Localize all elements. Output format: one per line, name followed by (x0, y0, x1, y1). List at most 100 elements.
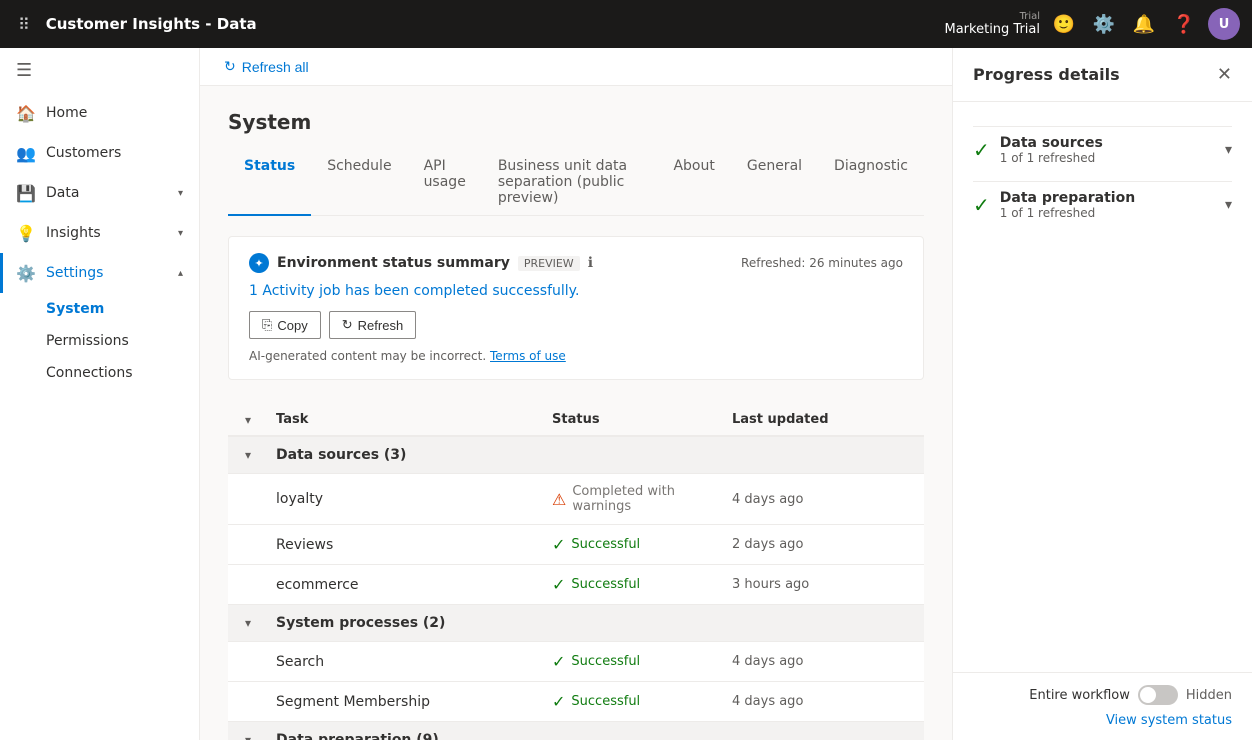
sidebar-item-permissions[interactable]: Permissions (0, 325, 199, 357)
section-chevron-icon[interactable]: ▾ (228, 448, 268, 462)
task-name: Segment Membership (268, 694, 544, 710)
task-name: ecommerce (268, 577, 544, 593)
env-actions: ⎘ Copy ↻ Refresh (249, 311, 903, 339)
preview-badge: PREVIEW (518, 256, 580, 271)
tab-about[interactable]: About (657, 150, 730, 216)
sidebar-item-system[interactable]: System (0, 293, 199, 325)
terms-of-use-link[interactable]: Terms of use (490, 349, 566, 363)
warning-icon: ⚠ (552, 490, 566, 509)
customers-icon: 👥 (16, 143, 36, 163)
collapse-all-icon[interactable]: ▾ (228, 412, 268, 427)
trial-badge: Trial Marketing Trial (945, 11, 1041, 37)
progress-item-data-sources: ✓ Data sources 1 of 1 refreshed ▾ (973, 135, 1232, 165)
status-cell: ✓ Successful (552, 575, 716, 594)
success-icon: ✓ (552, 535, 565, 554)
status-cell: ✓ Successful (552, 652, 716, 671)
avatar[interactable]: U (1208, 8, 1240, 40)
progress-item-sub: 1 of 1 refreshed (1000, 206, 1215, 220)
info-icon[interactable]: ℹ (588, 255, 593, 271)
copy-button[interactable]: ⎘ Copy (249, 311, 321, 339)
environment-icon: ✦ (249, 253, 269, 273)
refresh-all-button[interactable]: ↻ Refresh all (224, 58, 309, 75)
progress-item-data-preparation: ✓ Data preparation 1 of 1 refreshed ▾ (973, 190, 1232, 220)
help-icon[interactable]: ❓ (1168, 8, 1200, 40)
status-label: Successful (571, 694, 640, 709)
expand-icon[interactable]: ▾ (1225, 142, 1232, 158)
tab-status[interactable]: Status (228, 150, 311, 216)
topbar: ⠿ Customer Insights - Data Trial Marketi… (0, 0, 1252, 48)
panel-header: Progress details ✕ (953, 48, 1252, 102)
expand-icon[interactable]: ▾ (1225, 197, 1232, 213)
task-column-header: Task (268, 412, 544, 427)
refresh-bar: ↻ Refresh all (200, 48, 952, 86)
chevron-up-icon: ▴ (178, 268, 183, 279)
task-name: Search (268, 654, 544, 670)
table-row: ecommerce ✓ Successful 3 hours ago (228, 565, 924, 605)
sidebar-item-label: Insights (46, 225, 168, 241)
table-row: Segment Membership ✓ Successful 4 days a… (228, 682, 924, 722)
main-content: ↻ Refresh all System Status Schedule API… (200, 48, 952, 740)
toggle-container: Hidden (1138, 685, 1232, 705)
emoji-icon[interactable]: 🙂 (1048, 8, 1080, 40)
sidebar-item-label: Customers (46, 145, 183, 161)
refresh-icon: ↻ (224, 58, 236, 75)
bell-icon[interactable]: 🔔 (1128, 8, 1160, 40)
status-label: Successful (571, 537, 640, 552)
sidebar: ☰ 🏠 Home 👥 Customers 💾 Data ▾ 💡 Insights… (0, 48, 200, 740)
home-icon: 🏠 (16, 103, 36, 123)
environment-status-card: ✦ Environment status summary PREVIEW ℹ R… (228, 236, 924, 380)
refresh-icon: ↻ (342, 317, 353, 333)
sidebar-item-label: Home (46, 105, 183, 121)
status-cell: ⚠ Completed with warnings (552, 484, 716, 514)
insights-icon: 💡 (16, 223, 36, 243)
last-updated: 2 days ago (724, 537, 924, 552)
sidebar-item-data[interactable]: 💾 Data ▾ (0, 173, 199, 213)
sidebar-item-settings[interactable]: ⚙️ Settings ▴ (0, 253, 199, 293)
table-row: Search ✓ Successful 4 days ago (228, 642, 924, 682)
last-updated: 4 days ago (724, 492, 924, 507)
tabs: Status Schedule API usage Business unit … (228, 150, 924, 216)
success-icon: ✓ (552, 652, 565, 671)
settings-icon[interactable]: ⚙️ (1088, 8, 1120, 40)
task-name: Reviews (268, 537, 544, 553)
tab-general[interactable]: General (731, 150, 818, 216)
tab-business-unit[interactable]: Business unit data separation (public pr… (482, 150, 658, 216)
last-updated: 3 hours ago (724, 577, 924, 592)
progress-panel: Progress details ✕ ✓ Data sources 1 of 1… (952, 48, 1252, 740)
refresh-button[interactable]: ↻ Refresh (329, 311, 416, 339)
view-system-status-link[interactable]: View system status (1106, 713, 1232, 728)
sidebar-item-insights[interactable]: 💡 Insights ▾ (0, 213, 199, 253)
last-updated: 4 days ago (724, 654, 924, 669)
tab-api-usage[interactable]: API usage (408, 150, 482, 216)
table-header: ▾ Task Status Last updated (228, 404, 924, 437)
entire-workflow-label: Entire workflow (1029, 688, 1130, 703)
hidden-label: Hidden (1186, 688, 1232, 703)
sidebar-item-connections[interactable]: Connections (0, 357, 199, 389)
section-row-system-processes: ▾ System processes (2) (228, 605, 924, 642)
section-chevron-icon[interactable]: ▾ (228, 733, 268, 740)
panel-close-button[interactable]: ✕ (1217, 64, 1232, 85)
sidebar-item-home[interactable]: 🏠 Home (0, 93, 199, 133)
progress-item-name: Data sources (1000, 135, 1215, 151)
success-icon: ✓ (552, 692, 565, 711)
tab-schedule[interactable]: Schedule (311, 150, 407, 216)
hamburger-menu-icon[interactable]: ☰ (0, 48, 199, 93)
sidebar-item-label: Settings (46, 265, 168, 281)
tab-diagnostic[interactable]: Diagnostic (818, 150, 924, 216)
toggle-knob (1140, 687, 1156, 703)
task-name: loyalty (268, 491, 544, 507)
check-icon: ✓ (973, 193, 990, 217)
waffle-icon[interactable]: ⠿ (12, 9, 36, 40)
table-row: Reviews ✓ Successful 2 days ago (228, 525, 924, 565)
entire-workflow-toggle[interactable] (1138, 685, 1178, 705)
section-row-data-sources: ▾ Data sources (3) (228, 437, 924, 474)
last-updated-column-header: Last updated (724, 412, 924, 427)
sidebar-item-label: Data (46, 185, 168, 201)
env-card-title: Environment status summary (277, 255, 510, 271)
app-title: Customer Insights - Data (46, 15, 257, 33)
chevron-down-icon: ▾ (178, 228, 183, 239)
section-chevron-icon[interactable]: ▾ (228, 616, 268, 630)
progress-item-name: Data preparation (1000, 190, 1215, 206)
sidebar-item-customers[interactable]: 👥 Customers (0, 133, 199, 173)
page-title: System (228, 110, 924, 134)
